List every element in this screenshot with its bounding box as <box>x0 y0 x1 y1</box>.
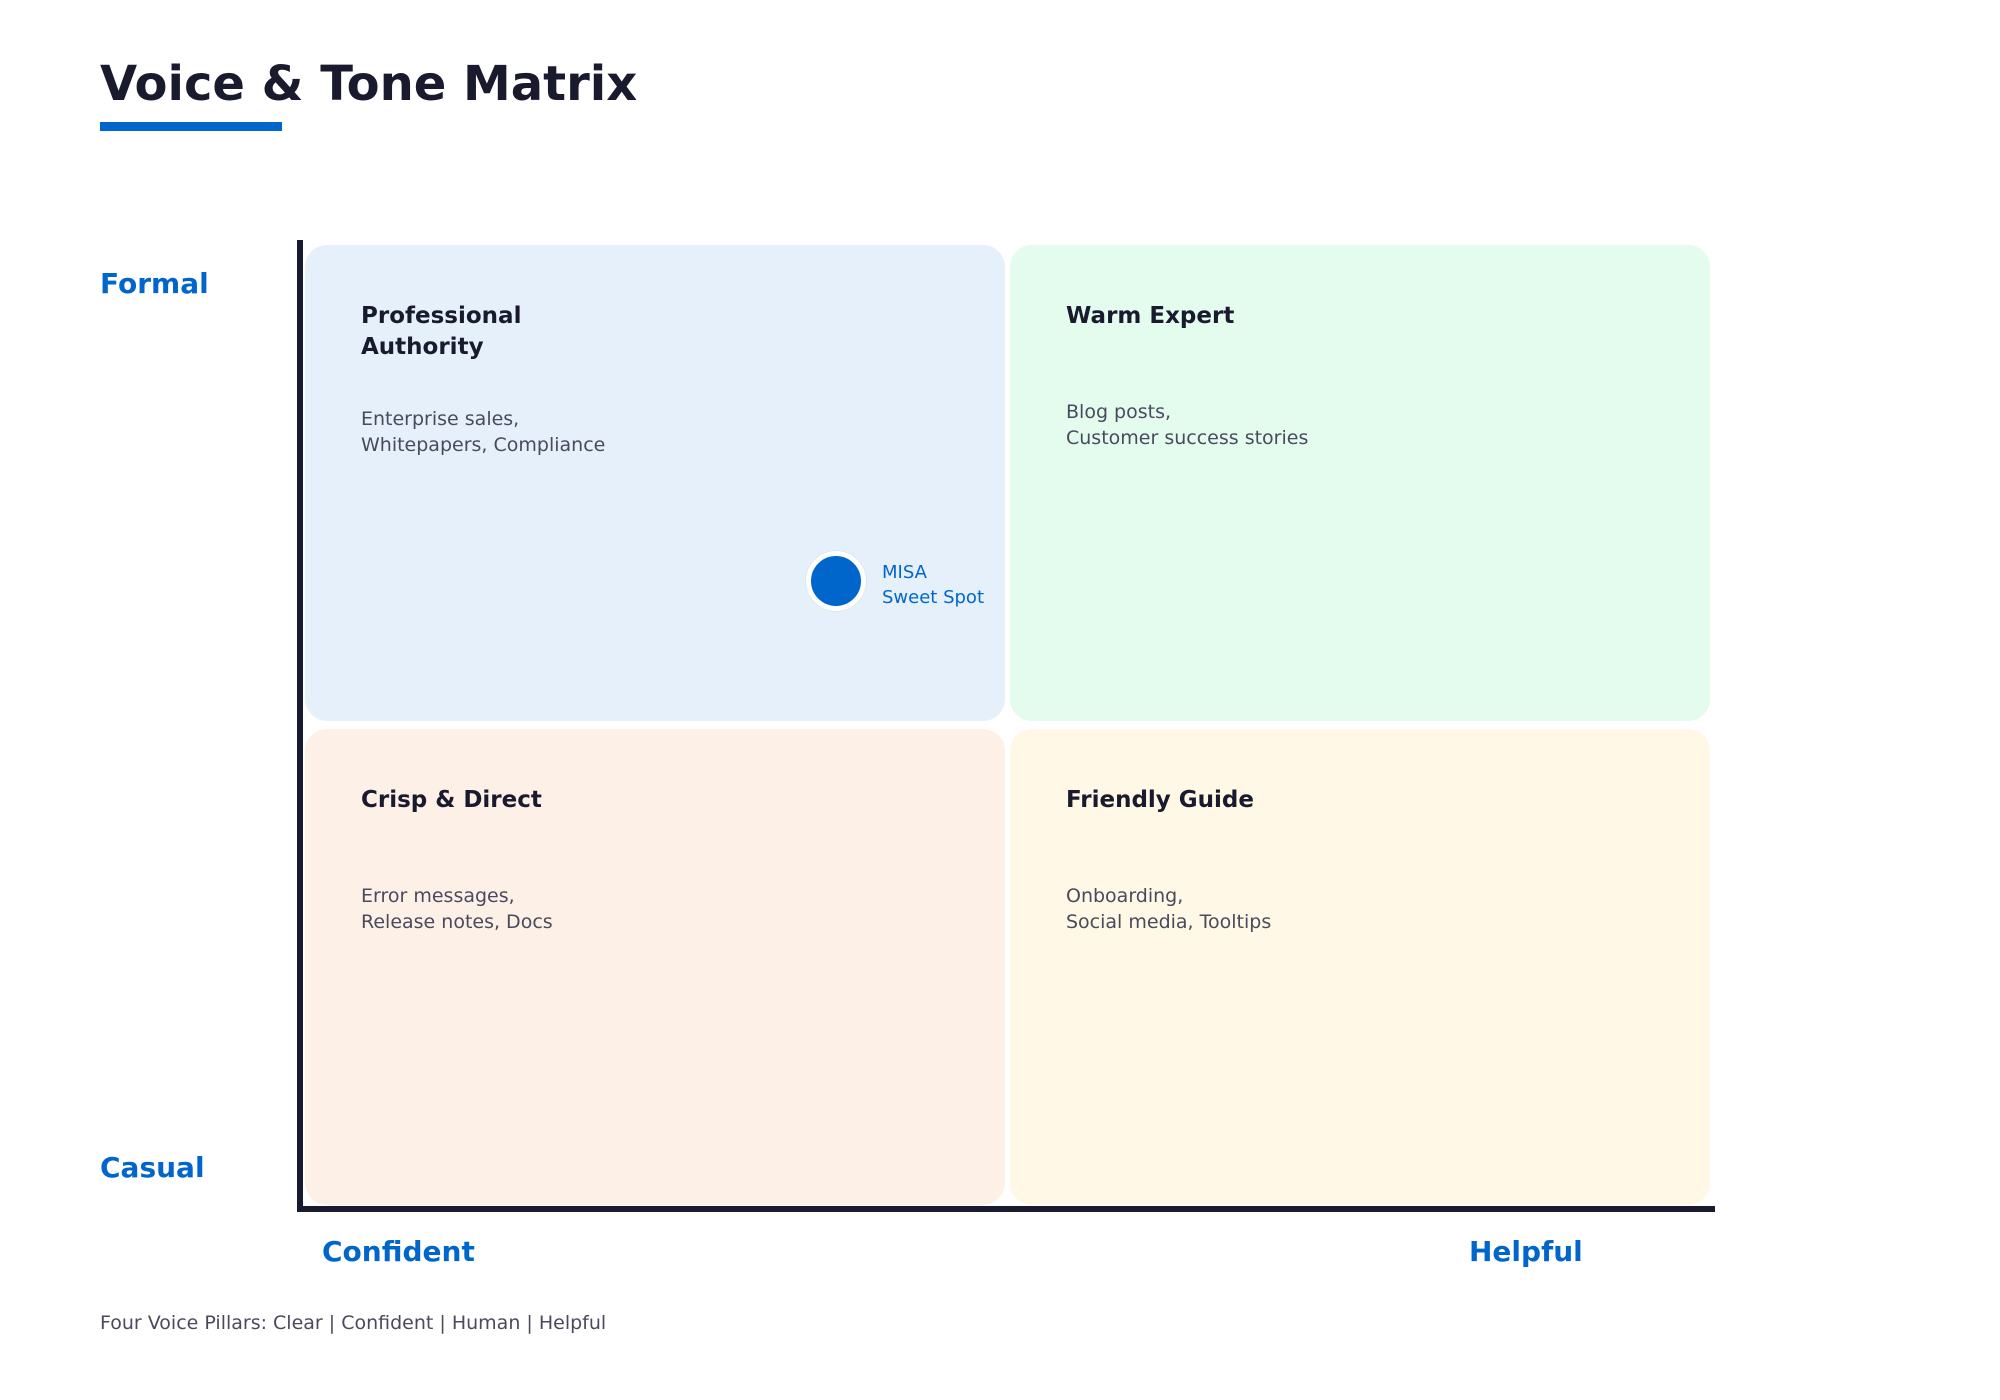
x-axis-left-label: Confident <box>322 1235 475 1268</box>
sweet-spot-label-line: MISA <box>882 562 927 583</box>
use-case-line: Social media, Tooltips <box>1066 911 1272 933</box>
quadrant-crisp-direct: Crisp & Direct Error messages, Release n… <box>305 729 1005 1205</box>
x-axis-right-label: Helpful <box>1469 1235 1583 1268</box>
page-title: Voice & Tone Matrix <box>100 56 638 112</box>
quadrant-title-line: Professional <box>361 303 522 329</box>
quadrant-title: Friendly Guide <box>1066 785 1670 816</box>
footer-note: Four Voice Pillars: Clear | Confident | … <box>100 1312 607 1334</box>
sweet-spot-marker <box>806 551 866 611</box>
use-case-line: Customer success stories <box>1066 427 1309 449</box>
sweet-spot-label-line: Sweet Spot <box>882 587 984 608</box>
use-case-line: Release notes, Docs <box>361 911 553 933</box>
quadrant-friendly-guide: Friendly Guide Onboarding, Social media,… <box>1010 729 1710 1205</box>
title-underline <box>100 122 282 131</box>
quadrant-title-line: Authority <box>361 334 484 360</box>
quadrant-use-cases: Onboarding, Social media, Tooltips <box>1066 883 1670 935</box>
x-axis-line <box>297 1206 1715 1212</box>
quadrant-title-line: Crisp & Direct <box>361 787 542 813</box>
sweet-spot-label: MISA Sweet Spot <box>882 560 984 610</box>
quadrant-title: Crisp & Direct <box>361 785 965 816</box>
use-case-line: Blog posts, <box>1066 401 1172 423</box>
quadrant-professional-authority: Professional Authority Enterprise sales,… <box>305 245 1005 721</box>
quadrant-use-cases: Error messages, Release notes, Docs <box>361 883 965 935</box>
quadrant-title: Warm Expert <box>1066 301 1670 332</box>
use-case-line: Whitepapers, Compliance <box>361 434 606 456</box>
quadrant-title-line: Warm Expert <box>1066 303 1235 329</box>
quadrant-warm-expert: Warm Expert Blog posts, Customer success… <box>1010 245 1710 721</box>
y-axis-bottom-label: Casual <box>100 1151 205 1184</box>
quadrant-title: Professional Authority <box>361 301 965 363</box>
use-case-line: Onboarding, <box>1066 885 1184 907</box>
quadrant-use-cases: Blog posts, Customer success stories <box>1066 399 1670 451</box>
quadrant-use-cases: Enterprise sales, Whitepapers, Complianc… <box>361 406 965 458</box>
y-axis-top-label: Formal <box>100 267 209 300</box>
use-case-line: Enterprise sales, <box>361 408 520 430</box>
use-case-line: Error messages, <box>361 885 515 907</box>
y-axis-line <box>297 240 303 1212</box>
quadrant-title-line: Friendly Guide <box>1066 787 1254 813</box>
